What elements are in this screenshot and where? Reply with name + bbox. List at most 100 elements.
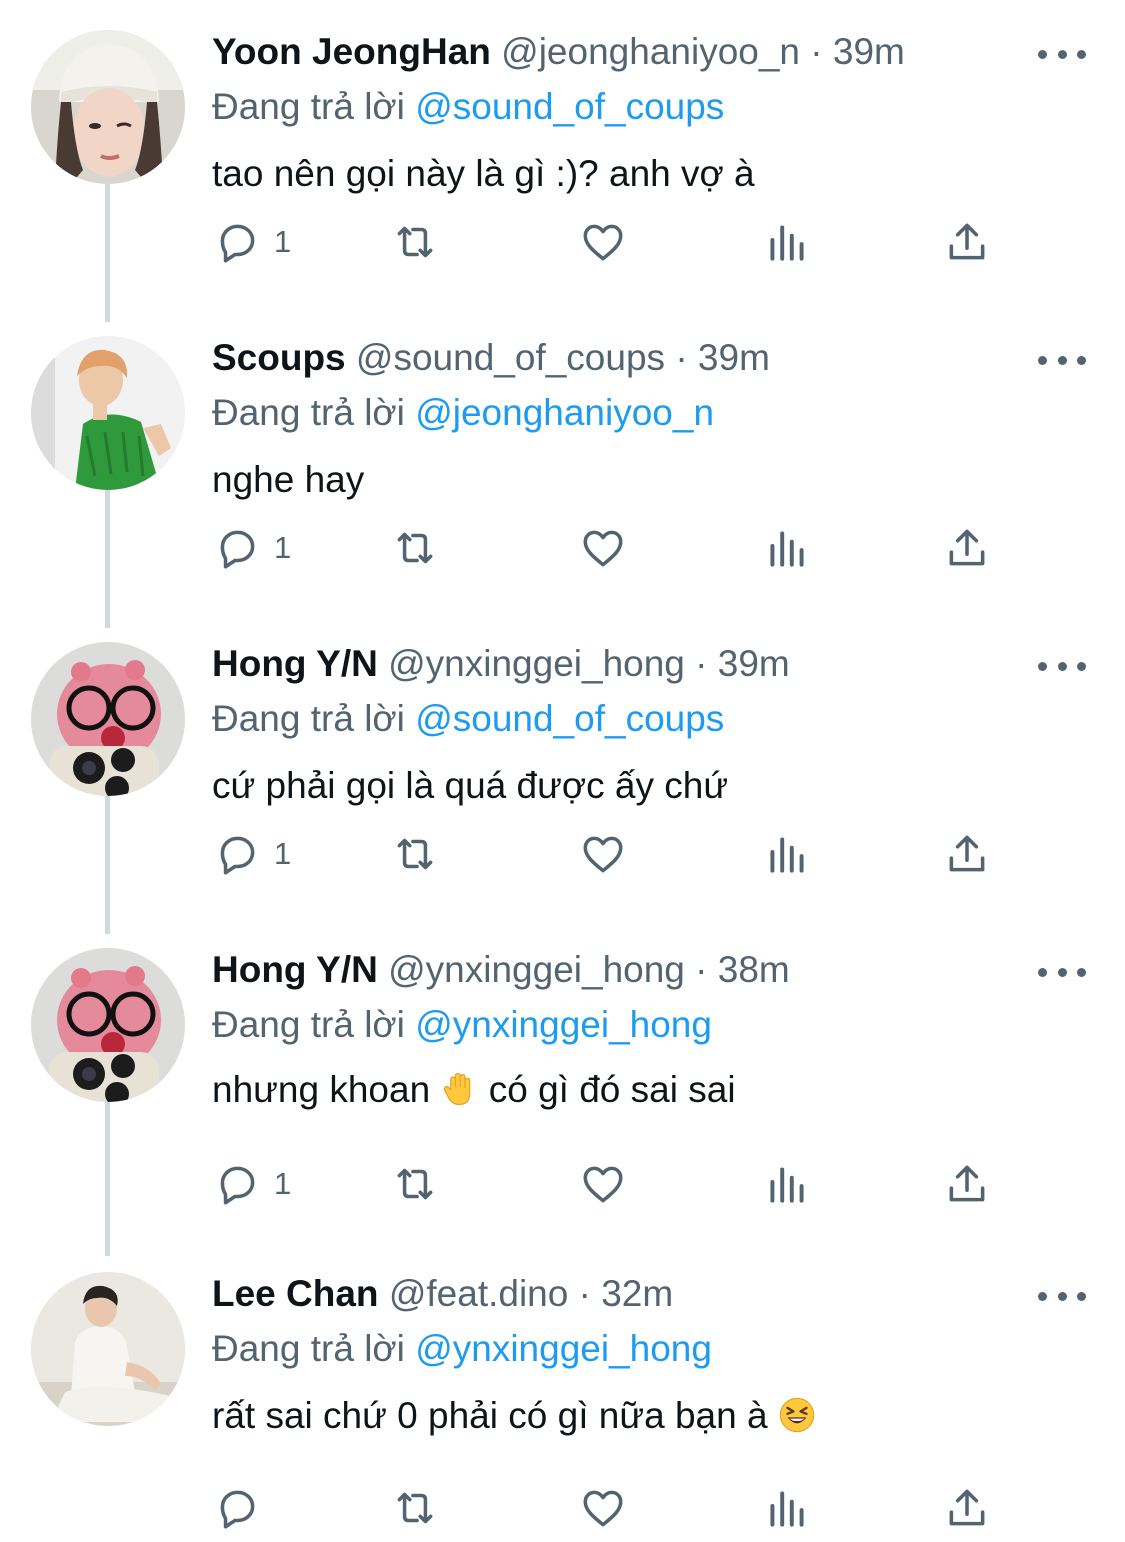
tweet-text: rất sai chứ 0 phải có gì nữa bạn à [212, 1390, 816, 1442]
reply-count: 1 [274, 530, 292, 565]
timestamp[interactable]: · 39m [695, 643, 790, 684]
action-bar [212, 1478, 1012, 1538]
retweet-button[interactable] [390, 1478, 440, 1538]
retweet-button[interactable] [390, 212, 440, 272]
more-icon[interactable] [1038, 34, 1086, 74]
timestamp[interactable]: · 38m [695, 949, 790, 990]
mention-link[interactable]: @sound_of_coups [415, 698, 724, 739]
views-icon [770, 1167, 804, 1203]
avatar-image [31, 336, 185, 490]
action-bar: 1 [212, 212, 1012, 272]
tweet[interactable]: Lee Chan @feat.dino · 32m Đang trả lời @… [0, 1252, 1125, 1542]
reply-count: 1 [274, 224, 292, 259]
reply-thread: Yoon JeongHan @jeonghaniyoo_n · 39m Đang… [0, 0, 1125, 1542]
mention-link[interactable]: @sound_of_coups [415, 86, 724, 127]
display-name[interactable]: Yoon JeongHan [212, 31, 491, 72]
like-button[interactable] [578, 824, 628, 884]
mention-link[interactable]: @jeonghaniyoo_n [415, 392, 714, 433]
more-icon[interactable] [1038, 952, 1086, 992]
retweet-button[interactable] [390, 518, 440, 578]
views-button[interactable] [762, 518, 812, 578]
reply-count: 1 [274, 1166, 292, 1201]
reply-icon [220, 224, 255, 263]
display-name[interactable]: Hong Y/N [212, 949, 378, 990]
replying-to-label: Đang trả lời [212, 1328, 405, 1369]
retweet-button[interactable] [390, 1154, 440, 1214]
tweet[interactable]: Hong Y/N @ynxinggei_hong · 39m Đang trả … [0, 622, 1125, 922]
reply-icon [220, 530, 255, 569]
heart-icon [583, 836, 623, 873]
timestamp[interactable]: · 32m [579, 1273, 674, 1314]
like-button[interactable] [578, 212, 628, 272]
retweet-button[interactable] [390, 824, 440, 884]
reply-button[interactable]: 1 [212, 824, 291, 884]
mention-link[interactable]: @ynxinggei_hong [415, 1004, 712, 1045]
avatar[interactable] [31, 1272, 185, 1426]
display-name[interactable]: Hong Y/N [212, 643, 378, 684]
more-icon[interactable] [1038, 340, 1086, 380]
reply-button[interactable]: 1 [212, 212, 291, 272]
avatar[interactable] [31, 948, 185, 1102]
handle[interactable]: @ynxinggei_hong [388, 949, 685, 990]
avatar[interactable] [31, 642, 185, 796]
share-button[interactable] [942, 212, 992, 272]
views-icon [770, 225, 804, 261]
views-button[interactable] [762, 1478, 812, 1538]
tweet[interactable]: Hong Y/N @ynxinggei_hong · 38m Đang trả … [0, 928, 1125, 1248]
views-icon [770, 837, 804, 873]
replying-to-label: Đang trả lời [212, 86, 405, 127]
handle[interactable]: @ynxinggei_hong [388, 643, 685, 684]
share-icon [949, 1489, 985, 1526]
views-button[interactable] [762, 212, 812, 272]
replying-to: Đang trả lời @sound_of_coups [212, 82, 724, 132]
more-icon[interactable] [1038, 1276, 1086, 1316]
views-button[interactable] [762, 1154, 812, 1214]
replying-to: Đang trả lời @ynxinggei_hong [212, 1324, 712, 1374]
tweet-text-part: có gì đó sai sai [488, 1069, 736, 1110]
share-icon [949, 835, 985, 872]
retweet-icon [397, 1168, 433, 1200]
share-button[interactable] [942, 1154, 992, 1214]
reply-count: 1 [274, 836, 292, 871]
share-button[interactable] [942, 518, 992, 578]
timestamp[interactable]: · 39m [810, 31, 905, 72]
reply-button[interactable] [212, 1478, 274, 1538]
tweet-header: Hong Y/N @ynxinggei_hong · 39m [212, 640, 790, 688]
avatar-image [31, 642, 185, 796]
display-name[interactable]: Scoups [212, 337, 346, 378]
like-button[interactable] [578, 1478, 628, 1538]
avatar-image [31, 948, 185, 1102]
handle[interactable]: @jeonghaniyoo_n [501, 31, 800, 72]
replying-to-label: Đang trả lời [212, 1004, 405, 1045]
share-icon [949, 223, 985, 260]
avatar[interactable] [31, 30, 185, 184]
replying-to-label: Đang trả lời [212, 392, 405, 433]
more-icon[interactable] [1038, 646, 1086, 686]
like-button[interactable] [578, 518, 628, 578]
share-button[interactable] [942, 824, 992, 884]
avatar[interactable] [31, 336, 185, 490]
share-icon [949, 529, 985, 566]
avatar-image [31, 30, 185, 184]
mention-link[interactable]: @ynxinggei_hong [415, 1328, 712, 1369]
retweet-icon [397, 226, 433, 258]
timestamp[interactable]: · 39m [675, 337, 770, 378]
replying-to: Đang trả lời @jeonghaniyoo_n [212, 388, 714, 438]
like-button[interactable] [578, 1154, 628, 1214]
action-bar: 1 [212, 824, 1012, 884]
views-button[interactable] [762, 824, 812, 884]
action-bar: 1 [212, 1154, 1012, 1214]
reply-button[interactable]: 1 [212, 518, 291, 578]
heart-icon [583, 1166, 623, 1203]
share-button[interactable] [942, 1478, 992, 1538]
reply-button[interactable]: 1 [212, 1154, 291, 1214]
retweet-icon [397, 532, 433, 564]
handle[interactable]: @feat.dino [389, 1273, 569, 1314]
handle[interactable]: @sound_of_coups [356, 337, 665, 378]
tweet[interactable]: Yoon JeongHan @jeonghaniyoo_n · 39m Đang… [0, 10, 1125, 310]
tweet-text: tao nên gọi này là gì :)? anh vợ à [212, 153, 755, 194]
tweet[interactable]: Scoups @sound_of_coups · 39m Đang trả lờ… [0, 316, 1125, 616]
tweet-header: Scoups @sound_of_coups · 39m [212, 334, 770, 382]
replying-to-label: Đang trả lời [212, 698, 405, 739]
display-name[interactable]: Lee Chan [212, 1273, 379, 1314]
